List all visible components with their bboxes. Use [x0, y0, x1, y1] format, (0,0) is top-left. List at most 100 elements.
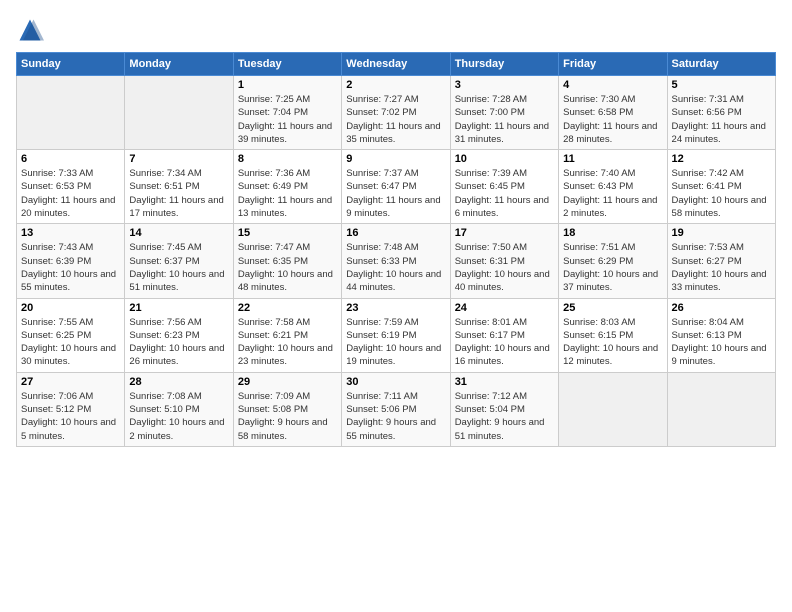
day-info: Sunrise: 7:09 AMSunset: 5:08 PMDaylight:…	[238, 390, 337, 443]
weekday-header: Wednesday	[342, 53, 450, 76]
calendar-cell: 26 Sunrise: 8:04 AMSunset: 6:13 PMDayligh…	[667, 298, 775, 372]
day-info: Sunrise: 7:08 AMSunset: 5:10 PMDaylight:…	[129, 390, 228, 443]
calendar-week-row: 13 Sunrise: 7:43 AMSunset: 6:39 PMDayligh…	[17, 224, 776, 298]
day-info: Sunrise: 7:33 AMSunset: 6:53 PMDaylight:…	[21, 167, 120, 220]
calendar-cell: 31 Sunrise: 7:12 AMSunset: 5:04 PMDayligh…	[450, 372, 558, 446]
calendar-cell: 18 Sunrise: 7:51 AMSunset: 6:29 PMDayligh…	[559, 224, 667, 298]
calendar-week-row: 6 Sunrise: 7:33 AMSunset: 6:53 PMDaylight…	[17, 150, 776, 224]
calendar-cell: 5 Sunrise: 7:31 AMSunset: 6:56 PMDaylight…	[667, 76, 775, 150]
weekday-header: Monday	[125, 53, 233, 76]
day-info: Sunrise: 7:36 AMSunset: 6:49 PMDaylight:…	[238, 167, 337, 220]
calendar-cell: 6 Sunrise: 7:33 AMSunset: 6:53 PMDaylight…	[17, 150, 125, 224]
calendar-cell: 16Sunrise: 7:48 AMSunset: 6:33 PMDayligh…	[342, 224, 450, 298]
calendar-cell: 14Sunrise: 7:45 AMSunset: 6:37 PMDayligh…	[125, 224, 233, 298]
day-number: 26	[672, 302, 771, 314]
day-number: 13	[21, 227, 120, 239]
logo	[16, 16, 48, 44]
calendar-cell: 15 Sunrise: 7:47 AMSunset: 6:35 PMDayligh…	[233, 224, 341, 298]
day-number: 27	[21, 376, 120, 388]
day-number: 19	[672, 227, 771, 239]
calendar-cell: 17 Sunrise: 7:50 AMSunset: 6:31 PMDayligh…	[450, 224, 558, 298]
calendar-cell: 29 Sunrise: 7:09 AMSunset: 5:08 PMDayligh…	[233, 372, 341, 446]
day-info: Sunrise: 7:11 AMSunset: 5:06 PMDaylight:…	[346, 390, 445, 443]
calendar-cell: 19 Sunrise: 7:53 AMSunset: 6:27 PMDayligh…	[667, 224, 775, 298]
day-info: Sunrise: 7:34 AMSunset: 6:51 PMDaylight:…	[129, 167, 228, 220]
calendar-header: SundayMondayTuesdayWednesdayThursdayFrid…	[17, 53, 776, 76]
day-number: 24	[455, 302, 554, 314]
day-number: 28	[129, 376, 228, 388]
day-info: Sunrise: 7:58 AMSunset: 6:21 PMDaylight:…	[238, 316, 337, 369]
calendar-cell: 27 Sunrise: 7:06 AMSunset: 5:12 PMDayligh…	[17, 372, 125, 446]
calendar-cell: 13 Sunrise: 7:43 AMSunset: 6:39 PMDayligh…	[17, 224, 125, 298]
day-number: 17	[455, 227, 554, 239]
day-info: Sunrise: 8:04 AMSunset: 6:13 PMDaylight:…	[672, 316, 771, 369]
day-number: 25	[563, 302, 662, 314]
calendar-cell	[559, 372, 667, 446]
day-info: Sunrise: 7:43 AMSunset: 6:39 PMDaylight:…	[21, 241, 120, 294]
day-number: 18	[563, 227, 662, 239]
calendar-cell: 28 Sunrise: 7:08 AMSunset: 5:10 PMDayligh…	[125, 372, 233, 446]
day-number: 11	[563, 153, 662, 165]
calendar-cell: 10Sunrise: 7:39 AMSunset: 6:45 PMDayligh…	[450, 150, 558, 224]
calendar-week-row: 1Sunrise: 7:25 AMSunset: 7:04 PMDaylight…	[17, 76, 776, 150]
day-number: 1	[238, 79, 337, 91]
day-info: Sunrise: 7:50 AMSunset: 6:31 PMDaylight:…	[455, 241, 554, 294]
day-info: Sunrise: 7:12 AMSunset: 5:04 PMDaylight:…	[455, 390, 554, 443]
day-info: Sunrise: 7:55 AMSunset: 6:25 PMDaylight:…	[21, 316, 120, 369]
calendar-cell: 4Sunrise: 7:30 AMSunset: 6:58 PMDaylight…	[559, 76, 667, 150]
day-info: Sunrise: 7:06 AMSunset: 5:12 PMDaylight:…	[21, 390, 120, 443]
day-info: Sunrise: 7:48 AMSunset: 6:33 PMDaylight:…	[346, 241, 445, 294]
day-number: 15	[238, 227, 337, 239]
day-info: Sunrise: 7:51 AMSunset: 6:29 PMDaylight:…	[563, 241, 662, 294]
day-info: Sunrise: 7:47 AMSunset: 6:35 PMDaylight:…	[238, 241, 337, 294]
day-number: 9	[346, 153, 445, 165]
day-number: 23	[346, 302, 445, 314]
page-header	[16, 16, 776, 44]
weekday-header: Sunday	[17, 53, 125, 76]
calendar-cell: 2Sunrise: 7:27 AMSunset: 7:02 PMDaylight…	[342, 76, 450, 150]
day-number: 2	[346, 79, 445, 91]
calendar-cell: 7 Sunrise: 7:34 AMSunset: 6:51 PMDaylight…	[125, 150, 233, 224]
weekday-header: Friday	[559, 53, 667, 76]
day-number: 3	[455, 79, 554, 91]
day-info: Sunrise: 7:53 AMSunset: 6:27 PMDaylight:…	[672, 241, 771, 294]
calendar-week-row: 20 Sunrise: 7:55 AMSunset: 6:25 PMDayligh…	[17, 298, 776, 372]
calendar-cell: 1Sunrise: 7:25 AMSunset: 7:04 PMDaylight…	[233, 76, 341, 150]
day-number: 5	[672, 79, 771, 91]
calendar-cell: 12 Sunrise: 7:42 AMSunset: 6:41 PMDayligh…	[667, 150, 775, 224]
day-number: 6	[21, 153, 120, 165]
calendar-cell: 21Sunrise: 7:56 AMSunset: 6:23 PMDayligh…	[125, 298, 233, 372]
calendar-cell: 25 Sunrise: 8:03 AMSunset: 6:15 PMDayligh…	[559, 298, 667, 372]
day-info: Sunrise: 7:59 AMSunset: 6:19 PMDaylight:…	[346, 316, 445, 369]
day-info: Sunrise: 7:37 AMSunset: 6:47 PMDaylight:…	[346, 167, 445, 220]
day-info: Sunrise: 7:39 AMSunset: 6:45 PMDaylight:…	[455, 167, 554, 220]
day-info: Sunrise: 7:30 AMSunset: 6:58 PMDaylight:…	[563, 93, 662, 146]
day-number: 31	[455, 376, 554, 388]
day-number: 20	[21, 302, 120, 314]
day-number: 7	[129, 153, 228, 165]
day-info: Sunrise: 8:01 AMSunset: 6:17 PMDaylight:…	[455, 316, 554, 369]
day-info: Sunrise: 7:42 AMSunset: 6:41 PMDaylight:…	[672, 167, 771, 220]
calendar-cell	[125, 76, 233, 150]
weekday-header: Saturday	[667, 53, 775, 76]
day-info: Sunrise: 8:03 AMSunset: 6:15 PMDaylight:…	[563, 316, 662, 369]
day-number: 22	[238, 302, 337, 314]
weekday-row: SundayMondayTuesdayWednesdayThursdayFrid…	[17, 53, 776, 76]
day-info: Sunrise: 7:56 AMSunset: 6:23 PMDaylight:…	[129, 316, 228, 369]
day-info: Sunrise: 7:31 AMSunset: 6:56 PMDaylight:…	[672, 93, 771, 146]
day-number: 12	[672, 153, 771, 165]
calendar-cell: 20 Sunrise: 7:55 AMSunset: 6:25 PMDayligh…	[17, 298, 125, 372]
calendar-table: SundayMondayTuesdayWednesdayThursdayFrid…	[16, 52, 776, 447]
calendar-cell: 11 Sunrise: 7:40 AMSunset: 6:43 PMDayligh…	[559, 150, 667, 224]
calendar-cell: 9 Sunrise: 7:37 AMSunset: 6:47 PMDaylight…	[342, 150, 450, 224]
calendar-body: 1Sunrise: 7:25 AMSunset: 7:04 PMDaylight…	[17, 76, 776, 447]
calendar-cell: 3Sunrise: 7:28 AMSunset: 7:00 PMDaylight…	[450, 76, 558, 150]
day-number: 8	[238, 153, 337, 165]
logo-icon	[16, 16, 44, 44]
calendar-cell	[667, 372, 775, 446]
day-info: Sunrise: 7:40 AMSunset: 6:43 PMDaylight:…	[563, 167, 662, 220]
calendar-cell: 22 Sunrise: 7:58 AMSunset: 6:21 PMDayligh…	[233, 298, 341, 372]
calendar-week-row: 27 Sunrise: 7:06 AMSunset: 5:12 PMDayligh…	[17, 372, 776, 446]
day-number: 29	[238, 376, 337, 388]
day-info: Sunrise: 7:45 AMSunset: 6:37 PMDaylight:…	[129, 241, 228, 294]
